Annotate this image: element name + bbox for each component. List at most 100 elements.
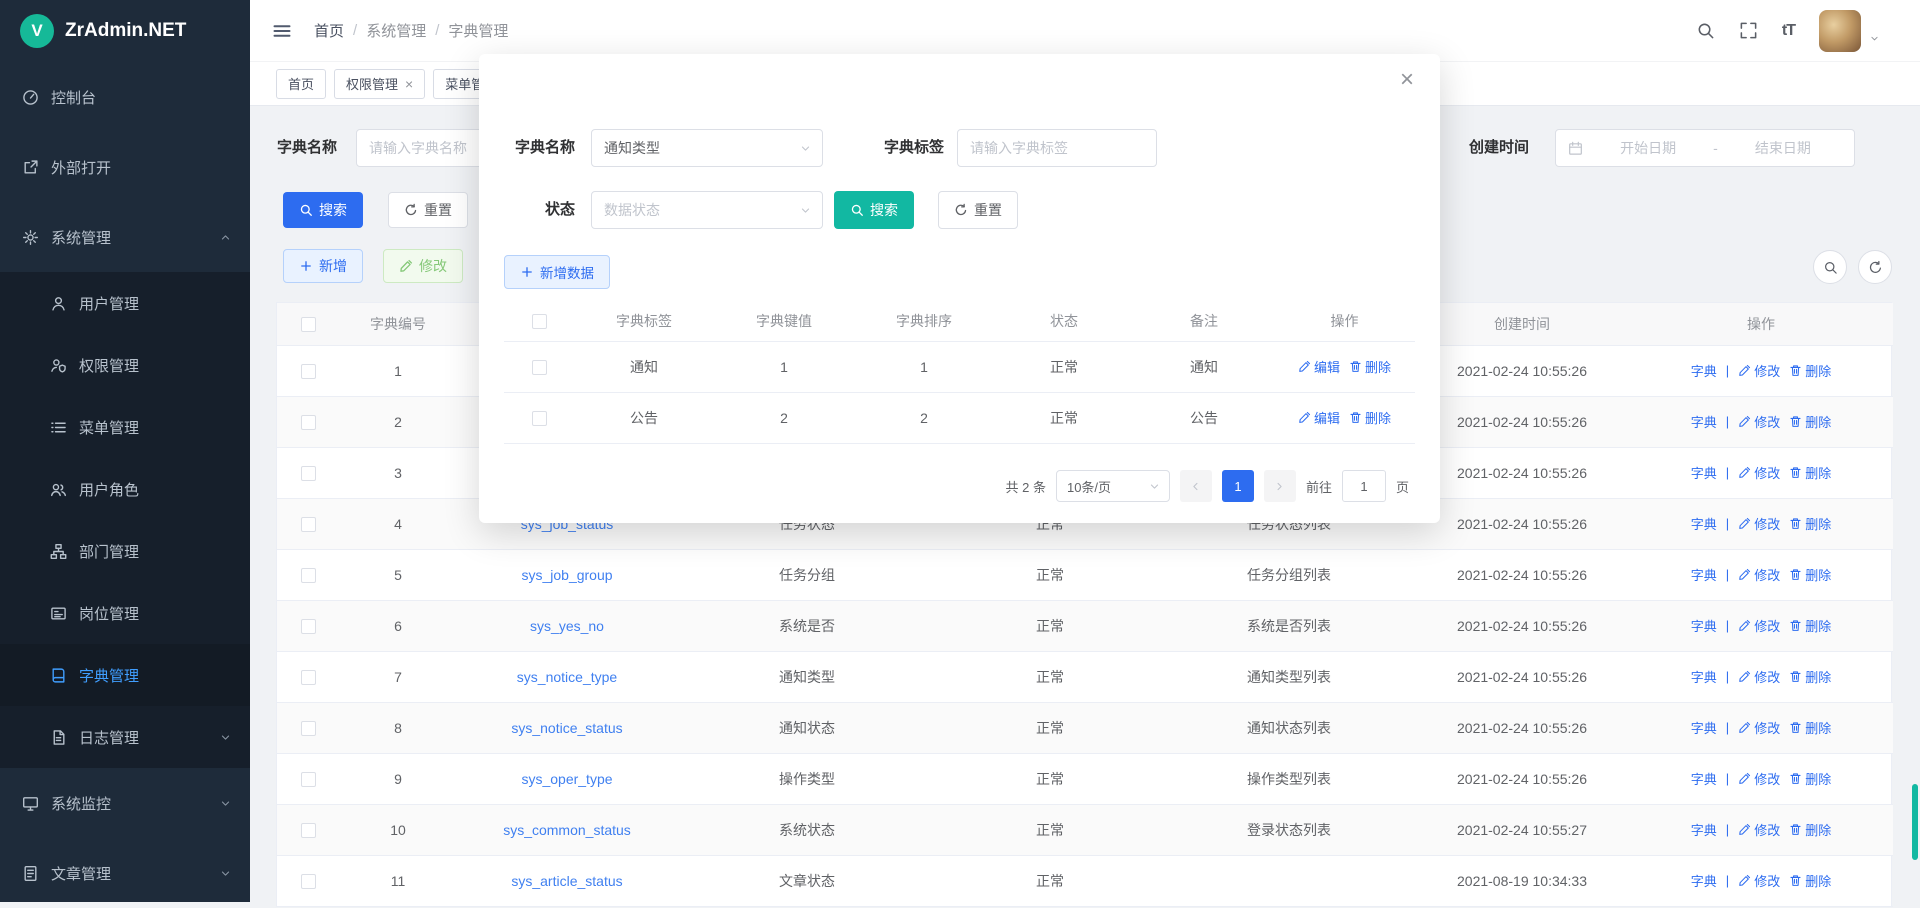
delete-link[interactable]: 删除 — [1789, 769, 1831, 788]
edit-link[interactable]: 修改 — [1738, 718, 1780, 737]
sidebar-item-system-management[interactable]: 系统管理 — [0, 202, 250, 272]
delete-link[interactable]: 删除 — [1789, 514, 1831, 533]
delete-link[interactable]: 删除 — [1789, 412, 1831, 431]
row-checkbox[interactable] — [301, 721, 316, 736]
edit-link[interactable]: 修改 — [1738, 871, 1780, 890]
delete-link[interactable]: 删除 — [1789, 616, 1831, 635]
edit-link[interactable]: 修改 — [1738, 616, 1780, 635]
row-checkbox[interactable] — [301, 772, 316, 787]
sidebar-item-console[interactable]: 控制台 — [0, 62, 250, 132]
tab-0[interactable]: 首页 — [276, 69, 326, 99]
row-checkbox[interactable] — [301, 670, 316, 685]
prev-page-button[interactable] — [1180, 470, 1212, 502]
goto-page-input[interactable] — [1342, 470, 1386, 502]
sidebar-item-external-open[interactable]: 外部打开 — [0, 132, 250, 202]
dict-detail-link[interactable]: 字典 — [1691, 361, 1717, 380]
dict-type-link[interactable]: sys_notice_status — [511, 720, 622, 736]
row-checkbox[interactable] — [301, 874, 316, 889]
add-button[interactable]: 新增 — [283, 249, 363, 283]
toggle-search-button[interactable] — [1813, 250, 1847, 284]
sidebar-item-log-management[interactable]: 日志管理 — [0, 706, 250, 768]
dict-type-link[interactable]: sys_common_status — [503, 822, 631, 838]
edit-link[interactable]: 修改 — [1738, 820, 1780, 839]
sidebar-item-menu-management[interactable]: 菜单管理 — [0, 396, 250, 458]
create-time-range-picker[interactable]: 开始日期 - 结束日期 — [1555, 129, 1855, 167]
breadcrumb-item[interactable]: 系统管理 — [366, 20, 426, 41]
dict-name-select[interactable]: 通知类型 — [591, 129, 823, 167]
dict-detail-link[interactable]: 字典 — [1691, 718, 1717, 737]
dialog-reset-button[interactable]: 重置 — [938, 191, 1018, 229]
dict-tag-input[interactable]: 请输入字典标签 — [957, 129, 1157, 167]
edit-link[interactable]: 修改 — [1738, 769, 1780, 788]
font-size-icon[interactable]: tT — [1782, 22, 1795, 40]
refresh-table-button[interactable] — [1858, 250, 1892, 284]
close-icon[interactable]: × — [1400, 68, 1414, 92]
dict-detail-link[interactable]: 字典 — [1691, 871, 1717, 890]
sidebar-item-post-management[interactable]: 岗位管理 — [0, 582, 250, 644]
dict-detail-link[interactable]: 字典 — [1691, 769, 1717, 788]
dict-type-link[interactable]: sys_notice_type — [517, 669, 617, 685]
select-all-checkbox[interactable] — [532, 314, 547, 329]
edit-link[interactable]: 编辑 — [1298, 408, 1340, 427]
delete-link[interactable]: 删除 — [1789, 718, 1831, 737]
edit-link[interactable]: 修改 — [1738, 412, 1780, 431]
sidebar-item-dictionary-management[interactable]: 字典管理 — [0, 644, 250, 706]
row-checkbox[interactable] — [301, 466, 316, 481]
sidebar-item-user-roles[interactable]: 用户角色 — [0, 458, 250, 520]
dict-detail-link[interactable]: 字典 — [1691, 667, 1717, 686]
delete-link[interactable]: 删除 — [1789, 871, 1831, 890]
chevron-down-icon[interactable] — [1869, 33, 1880, 44]
hamburger-icon[interactable] — [272, 21, 292, 41]
dict-detail-link[interactable]: 字典 — [1691, 616, 1717, 635]
breadcrumb-item[interactable]: 首页 — [314, 20, 344, 41]
dict-type-link[interactable]: sys_oper_type — [521, 771, 612, 787]
dict-type-link[interactable]: sys_job_group — [521, 567, 612, 583]
next-page-button[interactable] — [1264, 470, 1296, 502]
sidebar-item-system-monitor[interactable]: 系统监控 — [0, 768, 250, 838]
sidebar-item-article-management[interactable]: 文章管理 — [0, 838, 250, 908]
delete-link[interactable]: 删除 — [1789, 565, 1831, 584]
dialog-search-button[interactable]: 搜索 — [834, 191, 914, 229]
tab-close-icon[interactable]: × — [405, 77, 413, 91]
current-page[interactable]: 1 — [1222, 470, 1254, 502]
reset-button[interactable]: 重置 — [388, 192, 468, 228]
dict-type-link[interactable]: sys_yes_no — [530, 618, 604, 634]
delete-link[interactable]: 删除 — [1789, 463, 1831, 482]
row-checkbox[interactable] — [301, 364, 316, 379]
row-checkbox[interactable] — [301, 415, 316, 430]
sidebar-item-department-management[interactable]: 部门管理 — [0, 520, 250, 582]
search-icon[interactable] — [1696, 21, 1715, 40]
status-select[interactable]: 数据状态 — [591, 191, 823, 229]
row-checkbox[interactable] — [301, 823, 316, 838]
edit-link[interactable]: 编辑 — [1298, 357, 1340, 376]
dict-type-link[interactable]: sys_article_status — [511, 873, 622, 889]
dict-detail-link[interactable]: 字典 — [1691, 565, 1717, 584]
scrollbar-thumb[interactable] — [1912, 784, 1918, 860]
row-checkbox[interactable] — [532, 360, 547, 375]
select-all-checkbox[interactable] — [301, 317, 316, 332]
dict-detail-link[interactable]: 字典 — [1691, 463, 1717, 482]
row-checkbox[interactable] — [301, 517, 316, 532]
delete-link[interactable]: 删除 — [1789, 667, 1831, 686]
edit-link[interactable]: 修改 — [1738, 463, 1780, 482]
sidebar-item-permission-management[interactable]: 权限管理 — [0, 334, 250, 396]
row-checkbox[interactable] — [532, 411, 547, 426]
delete-link[interactable]: 删除 — [1789, 820, 1831, 839]
avatar[interactable] — [1819, 10, 1861, 52]
edit-link[interactable]: 修改 — [1738, 514, 1780, 533]
delete-link[interactable]: 删除 — [1349, 408, 1391, 427]
delete-link[interactable]: 删除 — [1349, 357, 1391, 376]
fullscreen-icon[interactable] — [1739, 21, 1758, 40]
sidebar-item-user-management[interactable]: 用户管理 — [0, 272, 250, 334]
dict-detail-link[interactable]: 字典 — [1691, 514, 1717, 533]
dict-detail-link[interactable]: 字典 — [1691, 820, 1717, 839]
edit-link[interactable]: 修改 — [1738, 565, 1780, 584]
edit-link[interactable]: 修改 — [1738, 667, 1780, 686]
search-button[interactable]: 搜索 — [283, 192, 363, 228]
add-data-button[interactable]: 新增数据 — [504, 255, 610, 289]
edit-link[interactable]: 修改 — [1738, 361, 1780, 380]
delete-link[interactable]: 删除 — [1789, 361, 1831, 380]
page-size-select[interactable]: 10条/页 — [1056, 470, 1170, 502]
tab-1[interactable]: 权限管理× — [334, 69, 425, 99]
row-checkbox[interactable] — [301, 619, 316, 634]
